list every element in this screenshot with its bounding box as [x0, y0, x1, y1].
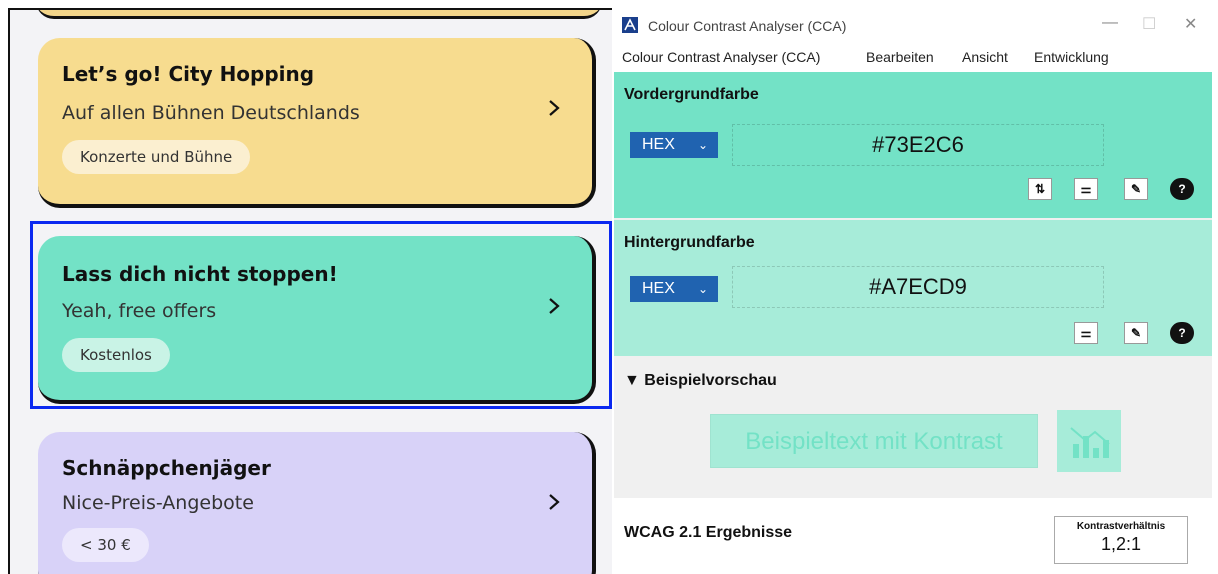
sample-text-preview: Beispieltext mit Kontrast [710, 414, 1038, 468]
card-title: Let’s go! City Hopping [62, 62, 315, 86]
background-format-select[interactable]: HEX ⌄ [630, 276, 718, 302]
chevron-down-icon: ⌄ [697, 282, 708, 296]
card-tag: Konzerte und Bühne [62, 140, 251, 174]
menu-app[interactable]: Colour Contrast Analyser (CCA) [622, 49, 820, 65]
card-subtitle: Nice-Preis-Angebote [62, 492, 254, 514]
close-button[interactable]: ✕ [1184, 14, 1197, 34]
menu-bar: Colour Contrast Analyser (CCA) Bearbeite… [614, 44, 1212, 72]
chevron-down-icon: ⌄ [697, 138, 708, 152]
cca-logo-icon [622, 17, 638, 33]
chart-button[interactable] [1057, 410, 1121, 472]
offer-card-bargain[interactable]: Schnäppchenjäger Nice-Preis-Angebote < 3… [38, 432, 596, 574]
wcag-label: WCAG 2.1 Ergebnisse [624, 524, 793, 541]
chevron-right-icon [549, 494, 560, 510]
previous-card-edge [36, 10, 602, 19]
contrast-ratio-label: Kontrastverhältnis [1076, 521, 1166, 532]
preview-toggle[interactable]: ▼ Beispielvorschau [624, 372, 777, 390]
sliders-button[interactable]: ⚌ [1074, 322, 1098, 344]
focus-highlight [30, 221, 612, 409]
contrast-ratio-value: 1,2:1 [1100, 534, 1142, 554]
title-bar: Colour Contrast Analyser (CCA) — ☐ ✕ [614, 8, 1212, 44]
menu-edit[interactable]: Bearbeiten [866, 49, 934, 65]
maximize-button[interactable]: ☐ [1142, 14, 1156, 34]
eyedropper-button[interactable]: ✎ [1124, 178, 1148, 200]
foreground-hex-input[interactable]: #73E2C6 [732, 124, 1104, 166]
format-value: HEX [642, 136, 675, 153]
card-tag: < 30 € [62, 528, 149, 562]
minimize-button[interactable]: — [1102, 14, 1118, 32]
background-section: Hintergrundfarbe HEX ⌄ #A7ECD9 ⚌ ✎ ? [614, 220, 1212, 356]
format-value: HEX [642, 280, 675, 297]
contrast-ratio-box: Kontrastverhältnis 1,2:1 [1054, 516, 1188, 564]
help-button[interactable]: ? [1170, 178, 1194, 200]
swap-colors-button[interactable]: ⇅ [1028, 178, 1052, 200]
foreground-format-select[interactable]: HEX ⌄ [630, 132, 718, 158]
eyedropper-button[interactable]: ✎ [1124, 322, 1148, 344]
foreground-label: Vordergrundfarbe [624, 86, 759, 103]
card-title: Schnäppchenjäger [62, 456, 271, 480]
cca-window: Colour Contrast Analyser (CCA) — ☐ ✕ Col… [614, 8, 1212, 574]
sliders-button[interactable]: ⚌ [1074, 178, 1098, 200]
foreground-section: Vordergrundfarbe HEX ⌄ #73E2C6 ⇅ ⚌ ✎ ? [614, 72, 1212, 218]
menu-view[interactable]: Ansicht [962, 49, 1008, 65]
background-hex-input[interactable]: #A7ECD9 [732, 266, 1104, 308]
background-label: Hintergrundfarbe [624, 234, 755, 251]
window-title: Colour Contrast Analyser (CCA) [648, 18, 847, 34]
chevron-right-icon [549, 100, 560, 116]
card-subtitle: Auf allen Bühnen Deutschlands [62, 102, 360, 124]
chart-icon [1070, 427, 1110, 458]
menu-develop[interactable]: Entwicklung [1034, 49, 1109, 65]
help-button[interactable]: ? [1170, 322, 1194, 344]
offer-card-city-hopping[interactable]: Let’s go! City Hopping Auf allen Bühnen … [38, 38, 596, 208]
